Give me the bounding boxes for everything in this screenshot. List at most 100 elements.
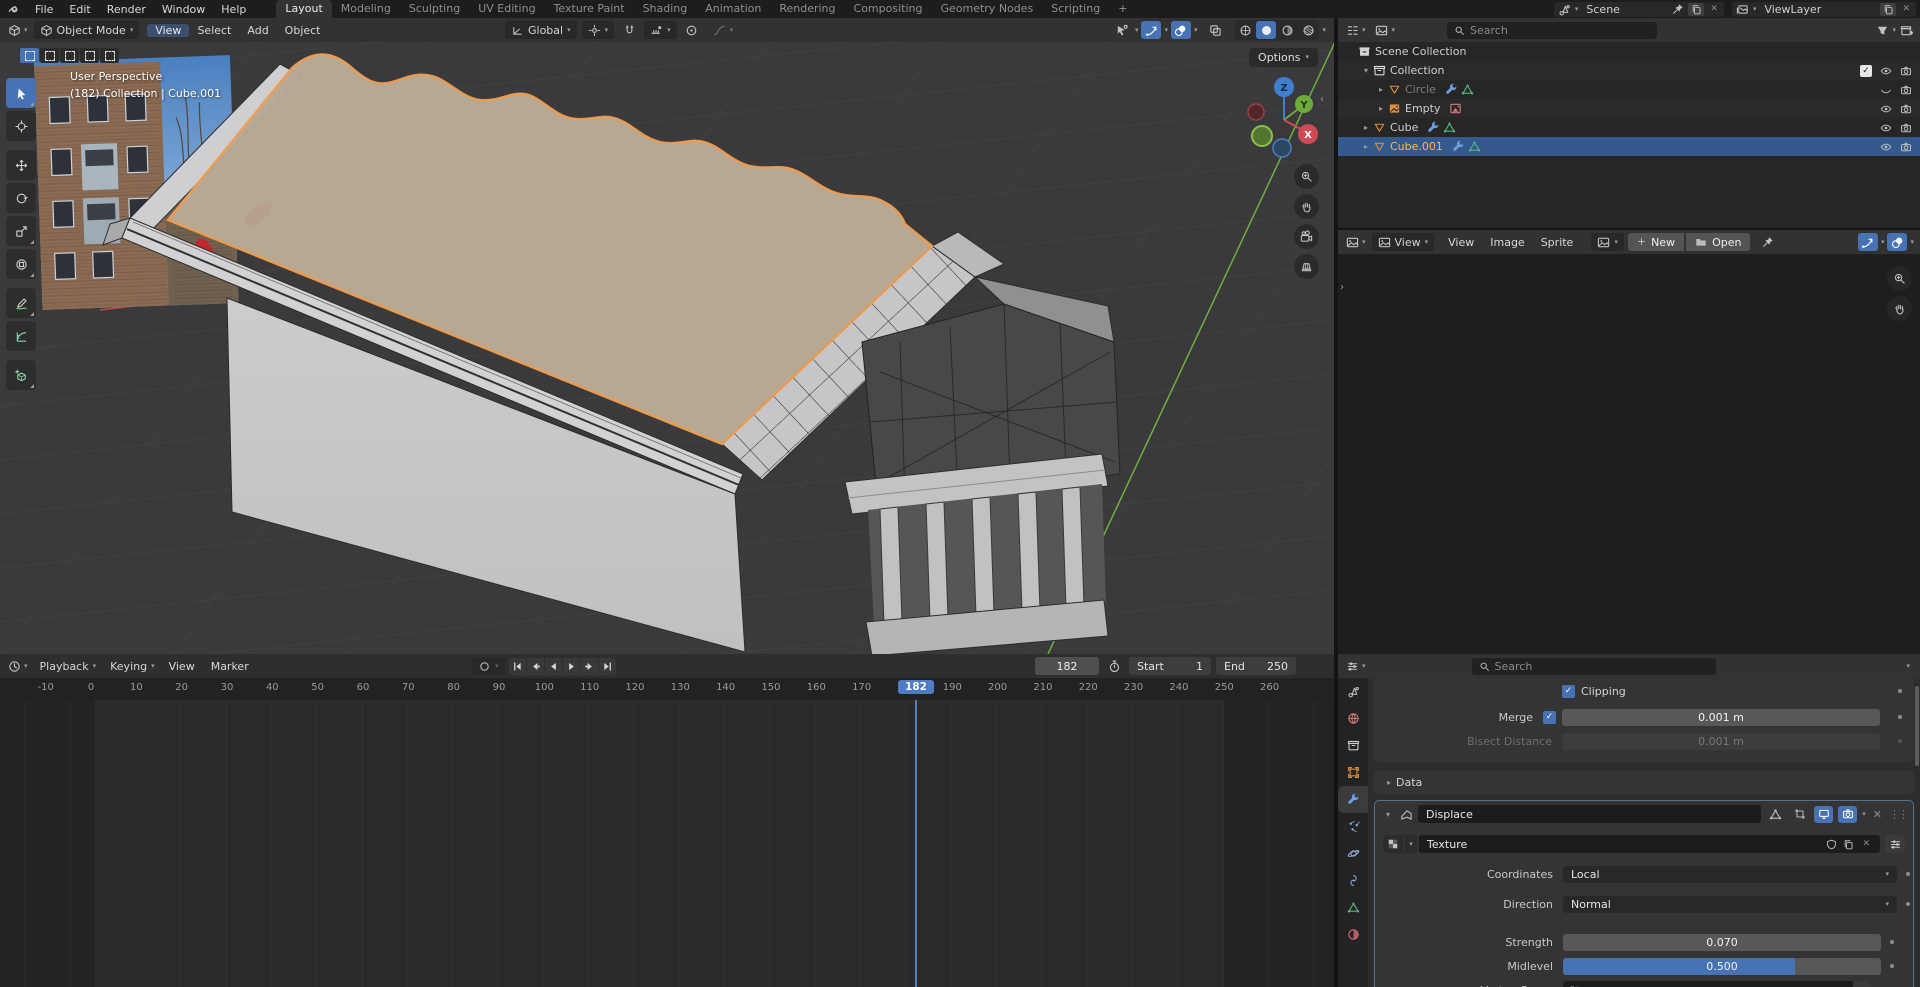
workspace-tab-compositing[interactable]: Compositing bbox=[845, 0, 932, 18]
animate-dot[interactable] bbox=[1890, 964, 1894, 968]
new-image-button[interactable]: + New bbox=[1628, 233, 1684, 251]
select-mode-subtract-button[interactable] bbox=[60, 48, 79, 63]
select-mode-intersect-button[interactable] bbox=[100, 48, 119, 63]
tool-select-box[interactable] bbox=[6, 78, 36, 108]
view-layer-selector[interactable]: ▾ ViewLayer ✕ bbox=[1732, 2, 1916, 17]
ie-gizmos-toggle-icon[interactable] bbox=[1858, 233, 1878, 251]
snap-toggle-magnet-icon[interactable] bbox=[619, 21, 639, 39]
menu-file[interactable]: File bbox=[27, 3, 61, 16]
animate-dot[interactable] bbox=[1906, 872, 1910, 876]
outliner-row-empty[interactable]: ▸Empty bbox=[1338, 99, 1920, 118]
camera-icon[interactable] bbox=[1900, 103, 1912, 115]
tab-object[interactable] bbox=[1338, 759, 1368, 786]
menu-image[interactable]: Image bbox=[1482, 236, 1532, 249]
filter-funnel-icon[interactable] bbox=[1872, 21, 1892, 39]
new-scene-button[interactable] bbox=[1688, 3, 1704, 16]
options-button[interactable]: Options▾ bbox=[1249, 48, 1318, 67]
tool-cursor[interactable] bbox=[6, 111, 36, 141]
clipping-checkbox[interactable]: ✓ bbox=[1562, 685, 1575, 698]
timeline-ruler[interactable]: -100102030405060708090100110120130140150… bbox=[0, 678, 1334, 700]
ie-pan-hand-button[interactable] bbox=[1887, 296, 1912, 321]
expand-icon[interactable]: ▾ bbox=[1381, 810, 1395, 819]
tool-add-cube[interactable] bbox=[6, 360, 36, 390]
tab-material[interactable] bbox=[1338, 921, 1368, 948]
realtime-display-toggle-icon[interactable] bbox=[1814, 806, 1833, 823]
outliner-row-circle[interactable]: ▸Circle bbox=[1338, 80, 1920, 99]
blender-logo-icon[interactable] bbox=[8, 3, 21, 16]
new-collection-icon[interactable] bbox=[1896, 21, 1916, 39]
menu-view[interactable]: View bbox=[161, 660, 203, 673]
select-mode-invert-button[interactable] bbox=[80, 48, 99, 63]
outliner-filter-type-icon[interactable] bbox=[1372, 21, 1392, 39]
frame-end-field[interactable]: End 250 bbox=[1216, 657, 1296, 675]
playhead-line[interactable] bbox=[915, 700, 917, 987]
unlink-texture-icon[interactable]: ✕ bbox=[1860, 839, 1872, 849]
shading-rendered-icon[interactable] bbox=[1298, 21, 1318, 39]
scene-selector[interactable]: ▾ Scene ✕ bbox=[1554, 2, 1724, 17]
image-editor-canvas[interactable]: › bbox=[1338, 254, 1920, 654]
ie-toolbar-toggle-icon[interactable]: › bbox=[1340, 282, 1344, 293]
outliner-row-cube-001[interactable]: ▸Cube.001 bbox=[1338, 137, 1920, 156]
menu-edit[interactable]: Edit bbox=[61, 3, 98, 16]
ie-overlays-toggle-icon[interactable] bbox=[1887, 233, 1907, 251]
browse-image-dropdown[interactable]: ▾ bbox=[1591, 233, 1624, 251]
outliner-filter-chevron[interactable]: ▾ bbox=[1392, 27, 1396, 34]
navigation-gizmo[interactable]: Z Y X bbox=[1242, 74, 1328, 166]
select-mode-extend-button[interactable] bbox=[40, 48, 59, 63]
tab-world[interactable] bbox=[1338, 705, 1368, 732]
workspace-tab-uv-editing[interactable]: UV Editing bbox=[469, 0, 544, 18]
texture-name-field[interactable]: Texture ✕ bbox=[1419, 835, 1880, 853]
image-mode-dropdown[interactable]: View ▾ bbox=[1372, 233, 1435, 251]
new-view-layer-button[interactable] bbox=[1880, 3, 1896, 16]
animate-dot[interactable] bbox=[1890, 940, 1894, 944]
editor-type-outliner-icon[interactable] bbox=[1342, 21, 1362, 39]
texture-browse-icon[interactable] bbox=[1383, 835, 1403, 853]
timeline-editor-chevron[interactable]: ▾ bbox=[24, 663, 28, 670]
shading-chevron[interactable]: ▾ bbox=[1322, 27, 1326, 34]
modifier-extras-chevron[interactable]: ▾ bbox=[1862, 811, 1866, 818]
tool-measure[interactable] bbox=[6, 321, 36, 351]
editor-type-image-icon[interactable] bbox=[1342, 233, 1362, 251]
ie-gizmos-chevron[interactable]: ▾ bbox=[1881, 239, 1885, 246]
menu-keying[interactable]: Keying▾ bbox=[104, 657, 160, 675]
show-texture-icon[interactable] bbox=[1885, 835, 1905, 853]
jump-to-start-button[interactable] bbox=[509, 658, 526, 675]
ie-overlays-chevron[interactable]: ▾ bbox=[1910, 239, 1914, 246]
data-subpanel[interactable]: ▸ Data bbox=[1374, 770, 1914, 794]
tool-rotate[interactable] bbox=[6, 183, 36, 213]
jump-to-end-button[interactable] bbox=[599, 658, 616, 675]
xray-toggle-icon[interactable] bbox=[1205, 21, 1225, 39]
workspace-tab-texture-paint[interactable]: Texture Paint bbox=[545, 0, 634, 18]
expand-icon[interactable]: ▸ bbox=[1374, 104, 1388, 113]
menu-sprite[interactable]: Sprite bbox=[1533, 236, 1582, 249]
pin-icon[interactable] bbox=[1672, 3, 1684, 15]
tool-transform[interactable] bbox=[6, 249, 36, 279]
menu-playback[interactable]: Playback▾ bbox=[34, 657, 103, 675]
playhead-badge[interactable]: 182 bbox=[898, 680, 934, 694]
properties-filter-chevron[interactable]: ▾ bbox=[1906, 663, 1910, 670]
workspace-tab-modeling[interactable]: Modeling bbox=[332, 0, 400, 18]
outliner-row-cube[interactable]: ▸Cube bbox=[1338, 118, 1920, 137]
transform-orientation-dropdown[interactable]: Global ▾ bbox=[505, 21, 577, 39]
scene-name[interactable]: Scene bbox=[1582, 3, 1668, 16]
ortho-grid-button[interactable] bbox=[1294, 254, 1319, 279]
expand-icon[interactable]: ▸ bbox=[1359, 142, 1373, 151]
collection-checkbox[interactable]: ✓ bbox=[1860, 65, 1872, 77]
workspace-tab-geometry-nodes[interactable]: Geometry Nodes bbox=[931, 0, 1042, 18]
outliner-display-chevron[interactable]: ▾ bbox=[1362, 27, 1366, 34]
pan-hand-button[interactable] bbox=[1294, 194, 1319, 219]
eye-icon[interactable] bbox=[1880, 103, 1892, 115]
midlevel-slider[interactable]: 0.500 bbox=[1563, 958, 1881, 975]
editor-type-properties-icon[interactable] bbox=[1342, 657, 1362, 675]
next-keyframe-button[interactable] bbox=[581, 658, 598, 675]
tab-modifiers[interactable] bbox=[1338, 786, 1368, 813]
tool-scale[interactable] bbox=[6, 216, 36, 246]
overlays-chevron[interactable]: ▾ bbox=[1194, 27, 1198, 34]
menu-view[interactable]: View bbox=[147, 24, 189, 37]
shading-solid-icon[interactable] bbox=[1256, 21, 1276, 39]
eye-icon[interactable] bbox=[1880, 141, 1892, 153]
show-object-types-icon[interactable] bbox=[1112, 21, 1132, 39]
stopwatch-icon[interactable] bbox=[1104, 657, 1124, 675]
gizmos-toggle-icon[interactable] bbox=[1141, 21, 1161, 39]
expand-icon[interactable]: ▸ bbox=[1359, 123, 1373, 132]
